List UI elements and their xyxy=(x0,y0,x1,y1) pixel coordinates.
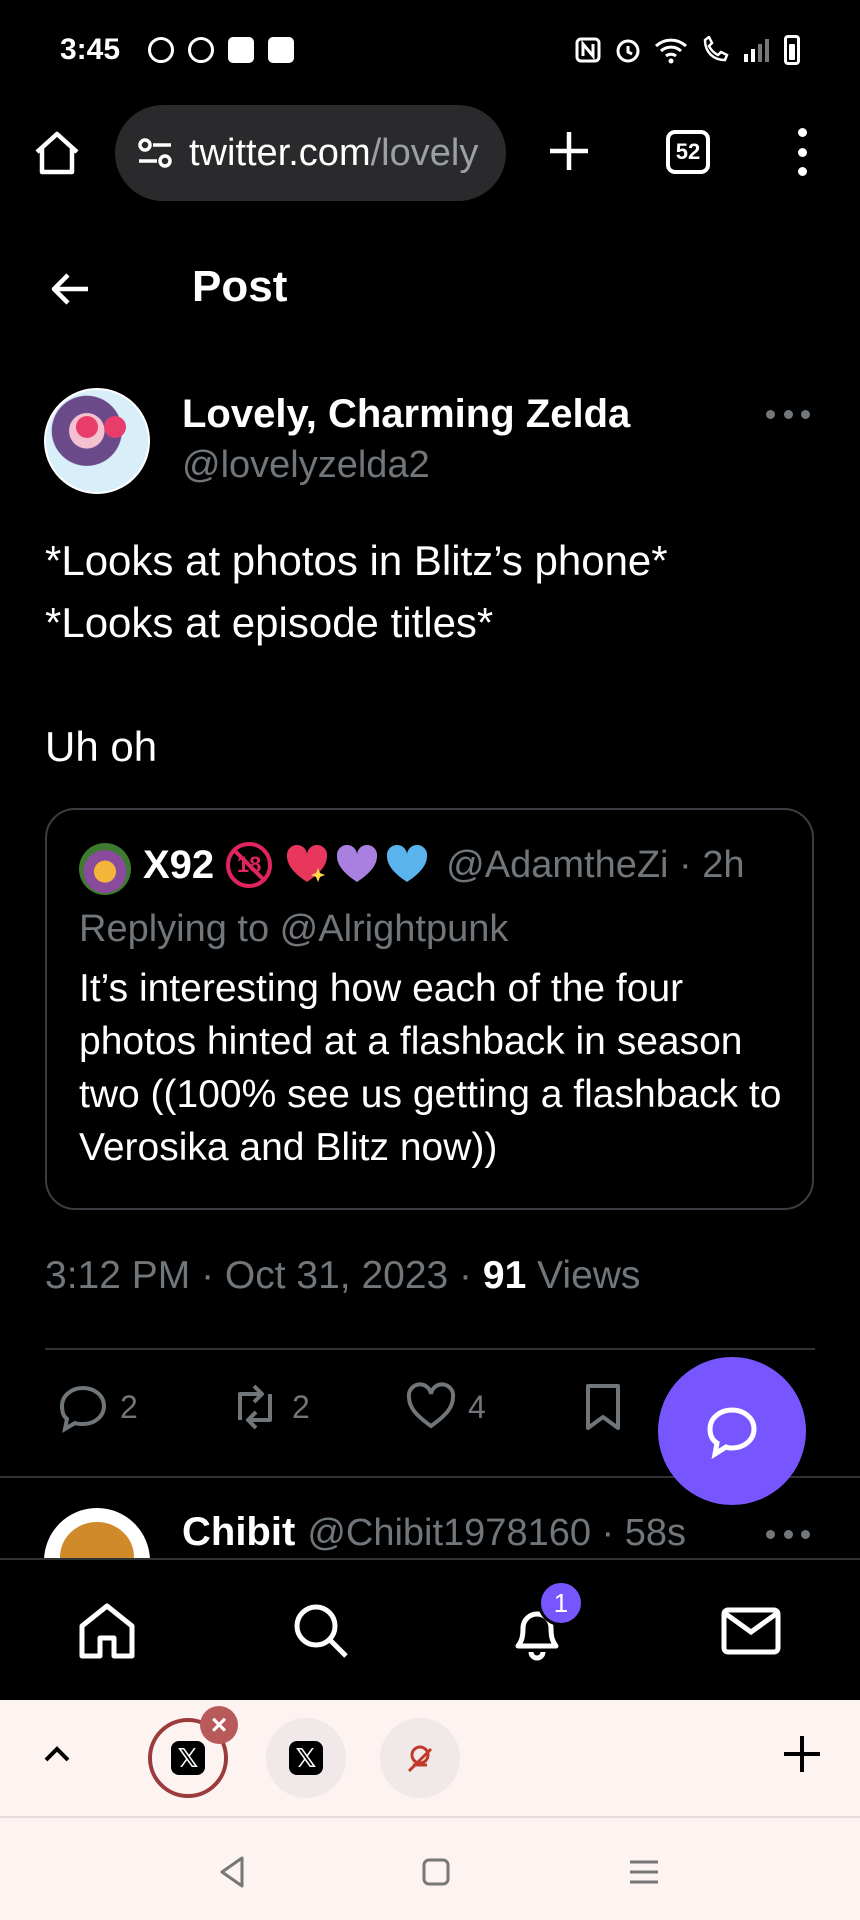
like-count: 4 xyxy=(468,1388,486,1425)
notification-badge: 1 xyxy=(538,1580,584,1626)
gallery-icon xyxy=(268,37,295,63)
reply-icon xyxy=(59,1385,107,1434)
check-circle-icon xyxy=(148,37,175,63)
system-back-icon[interactable] xyxy=(212,1852,252,1892)
mail-icon xyxy=(721,1607,781,1655)
more-options-icon[interactable] xyxy=(766,404,810,424)
divider xyxy=(45,1348,815,1350)
heart-icon xyxy=(406,1382,456,1429)
bookmark-icon xyxy=(586,1384,620,1430)
youtube-icon xyxy=(228,37,255,63)
notification-icons xyxy=(148,37,295,63)
post-text: *Looks at photos in Blitz’s phone* *Look… xyxy=(45,530,825,778)
like-button[interactable]: 4 xyxy=(404,1380,486,1434)
url-bar[interactable]: twitter.com/lovely xyxy=(115,105,506,201)
signal-icon xyxy=(744,39,769,62)
post-text-line xyxy=(45,654,825,716)
status-bar: 3:45 xyxy=(0,0,860,100)
x-logo-icon: 𝕏 xyxy=(171,1741,205,1775)
nfc-icon xyxy=(575,37,601,63)
url-text: twitter.com/lovely xyxy=(189,132,478,175)
tab-switcher-button[interactable]: 52 xyxy=(666,130,710,174)
new-tab-icon[interactable] xyxy=(546,128,592,174)
post-timestamp: 3:12 PM · Oct 31, 2023 · xyxy=(45,1254,483,1297)
no-under-18-icon: 18 xyxy=(226,842,273,888)
url-host: twitter.com xyxy=(189,131,371,174)
browser-home-icon[interactable] xyxy=(32,128,82,178)
system-icons xyxy=(574,35,800,65)
blue-heart-icon xyxy=(387,844,428,882)
author-avatar[interactable] xyxy=(44,388,150,494)
sparkling-heart-icon xyxy=(287,844,328,882)
reply-button[interactable]: 2 xyxy=(56,1380,138,1434)
quoted-handle-time: @AdamtheZi · 2h xyxy=(446,843,745,886)
next-post-name: Chibit xyxy=(182,1510,296,1554)
nav-home[interactable] xyxy=(74,1598,140,1664)
post-text-line: Uh oh xyxy=(45,723,158,770)
post-text-line: *Looks at photos in Blitz’s phone* xyxy=(45,537,668,584)
views-count: 91 xyxy=(482,1254,527,1297)
quoted-header: X92 18 @AdamtheZi · 2h xyxy=(143,842,745,888)
bookmark-button[interactable] xyxy=(576,1380,630,1434)
home-icon xyxy=(79,1603,135,1659)
status-time: 3:45 xyxy=(60,33,121,66)
chevron-up-icon[interactable] xyxy=(38,1736,76,1774)
repost-button[interactable]: 2 xyxy=(228,1380,310,1434)
views-label: Views xyxy=(526,1254,641,1297)
reply-count: 2 xyxy=(120,1388,138,1425)
tab-x[interactable]: 𝕏 xyxy=(266,1718,346,1798)
quoted-name: X92 xyxy=(143,842,215,887)
browser-menu-icon[interactable] xyxy=(790,128,814,176)
battery-icon xyxy=(784,35,800,65)
post-header: Post xyxy=(0,240,860,335)
next-post-handle-time: @Chibit1978160 · 58s xyxy=(307,1512,687,1554)
close-tab-icon[interactable]: × xyxy=(200,1706,238,1744)
back-arrow-icon[interactable] xyxy=(46,265,94,313)
post-text-line: *Looks at episode titles* xyxy=(45,599,494,646)
next-post-header[interactable]: Chibit @Chibit1978160 · 58s xyxy=(182,1510,686,1555)
chat-bubble-icon xyxy=(707,1407,757,1460)
browser-tab-strip: 𝕏 × 𝕏 xyxy=(0,1700,860,1816)
browser-toolbar: twitter.com/lovely 52 xyxy=(0,100,860,206)
repost-icon xyxy=(238,1384,272,1430)
nav-notifications[interactable]: 1 xyxy=(504,1580,584,1664)
search-icon xyxy=(294,1604,348,1658)
emoji-group xyxy=(284,842,430,888)
bottom-navigation: 1 xyxy=(0,1558,860,1700)
author-name[interactable]: Lovely, Charming Zelda xyxy=(182,392,630,437)
url-path: /lovely xyxy=(370,131,479,174)
add-tab-icon[interactable] xyxy=(780,1732,824,1776)
x-logo-icon: 𝕏 xyxy=(289,1741,323,1775)
author-handle[interactable]: @lovelyzelda2 xyxy=(182,444,430,487)
nav-search[interactable] xyxy=(288,1598,354,1664)
system-home-icon[interactable] xyxy=(416,1852,456,1892)
nav-messages[interactable] xyxy=(718,1598,784,1664)
wifi-call-icon xyxy=(703,36,729,62)
pinterest-icon xyxy=(188,37,215,63)
system-recents-icon[interactable] xyxy=(624,1852,664,1892)
site-settings-icon[interactable] xyxy=(135,133,175,173)
tab-site[interactable] xyxy=(380,1718,460,1798)
replying-to: Replying to @Alrightpunk xyxy=(79,908,509,950)
compose-reply-button[interactable] xyxy=(658,1357,806,1505)
repost-count: 2 xyxy=(292,1388,310,1425)
purple-heart-icon xyxy=(337,844,378,882)
quoted-avatar xyxy=(79,843,131,895)
wifi-icon xyxy=(654,38,688,64)
quoted-text: It’s interesting how each of the four ph… xyxy=(79,967,782,1169)
next-post-more-icon[interactable] xyxy=(766,1524,810,1544)
alarm-icon xyxy=(616,39,640,63)
site-favicon-icon xyxy=(407,1745,433,1773)
quoted-post[interactable]: X92 18 @AdamtheZi · 2h Replying to @Alri… xyxy=(45,808,814,1210)
post-meta: 3:12 PM · Oct 31, 2023 · 91 Views xyxy=(45,1254,640,1298)
system-navigation xyxy=(0,1816,860,1920)
page-title: Post xyxy=(192,262,288,311)
